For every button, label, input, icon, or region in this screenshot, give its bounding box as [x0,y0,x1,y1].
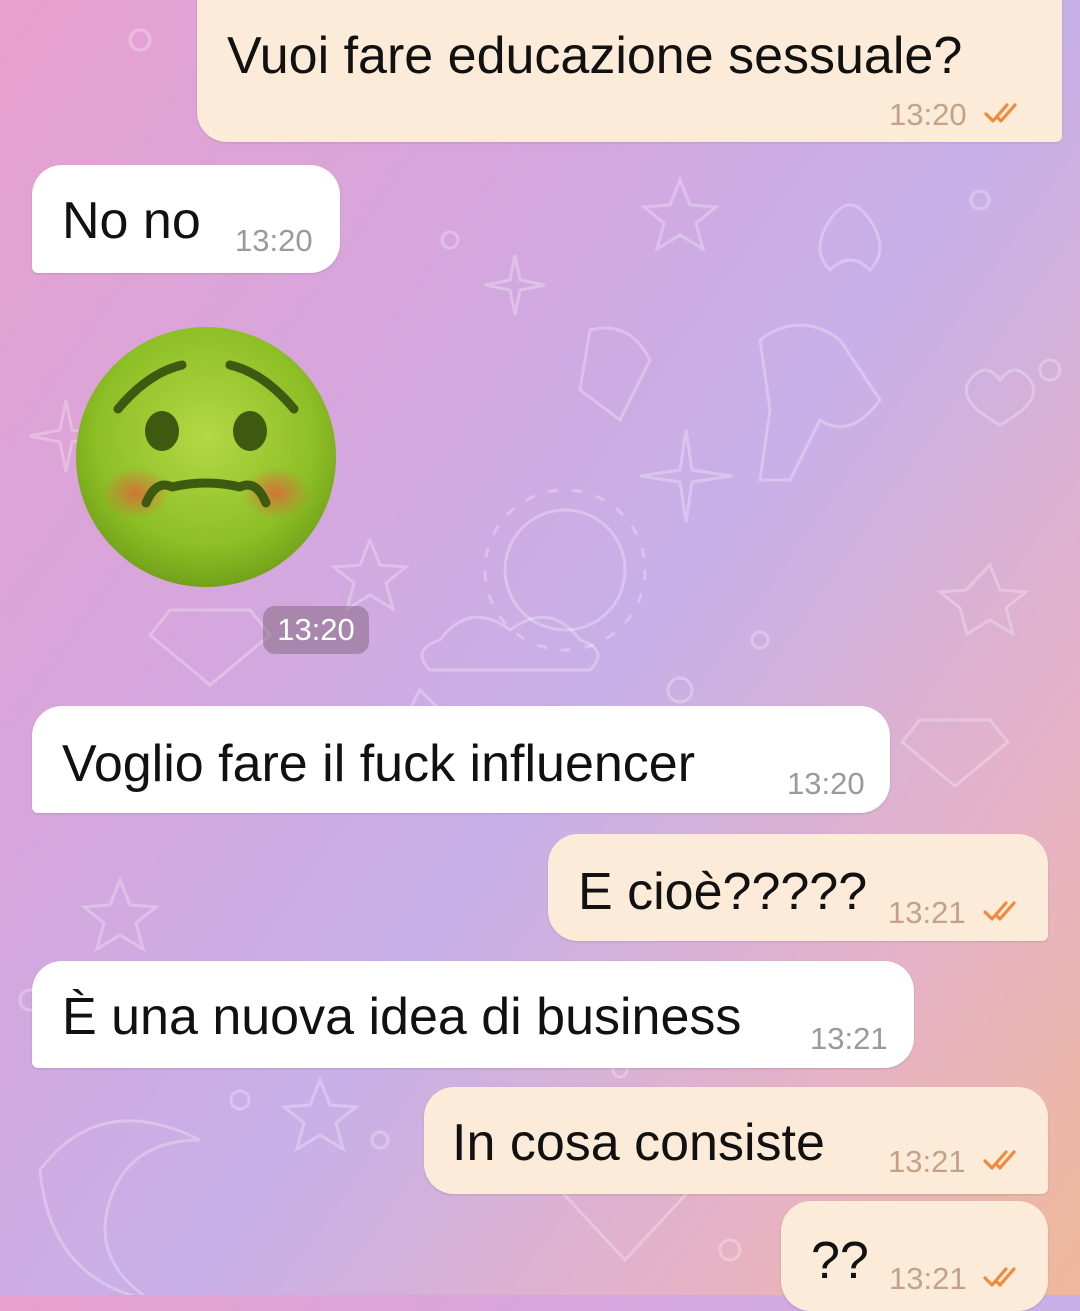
message-text: No no [62,192,201,250]
message-text: In cosa consiste [452,1114,825,1172]
double-check-icon [983,901,1016,921]
message-text: Voglio fare il fuck influencer [62,735,696,793]
message-bubble-outgoing[interactable]: Vuoi fare educazione sessuale? 13:20 [197,0,1062,142]
double-check-icon [983,1150,1016,1170]
nauseated-face-sticker[interactable] [74,325,338,589]
message-bubble-incoming[interactable]: È una nuova idea di business 13:21 [32,961,914,1068]
message-text: ?? [811,1232,869,1290]
message-bubble-incoming[interactable]: Voglio fare il fuck influencer 13:20 [32,706,890,813]
message-bubble-outgoing[interactable]: In cosa consiste 13:21 [424,1087,1048,1194]
message-time: 13:21 [889,1261,967,1296]
message-time: 13:20 [235,223,313,258]
double-check-icon [983,1267,1016,1287]
message-time: 13:20 [787,766,865,801]
message-text: Vuoi fare educazione sessuale? [227,27,963,85]
message-text: È una nuova idea di business [62,988,742,1046]
message-bubble-outgoing[interactable]: E cioè????? 13:21 [548,834,1048,941]
message-time: 13:21 [888,895,966,930]
message-text: E cioè????? [578,863,868,921]
sticker-time: 13:20 [263,606,369,654]
message-time: 13:21 [888,1144,966,1179]
message-bubble-incoming[interactable]: No no 13:20 [32,165,340,273]
message-time: 13:20 [889,97,967,132]
message-time: 13:21 [810,1021,888,1056]
double-check-icon [984,103,1017,123]
